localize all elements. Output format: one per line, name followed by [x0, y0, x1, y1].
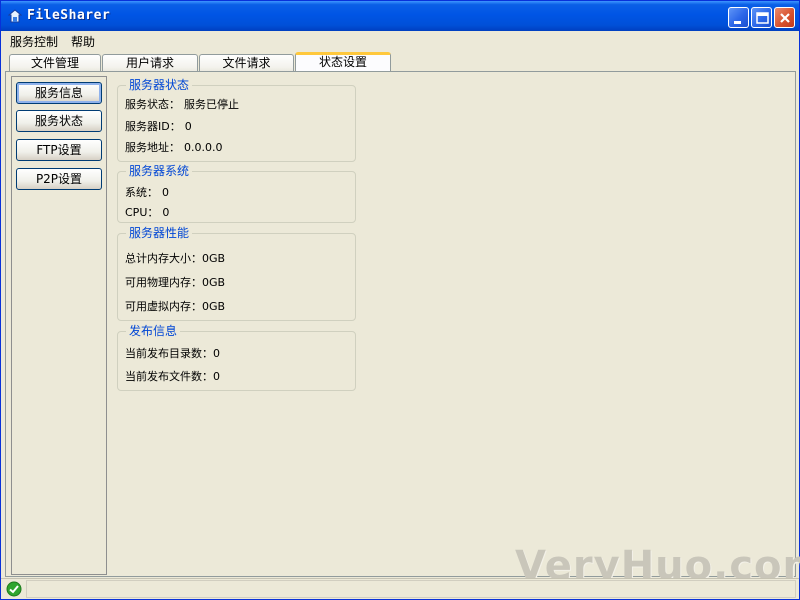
info-row: 可用虚拟内存：0GB — [125, 300, 225, 314]
menu-bar: 服务控制 帮助 — [1, 31, 799, 51]
info-row: 可用物理内存：0GB — [125, 276, 225, 290]
row-label: 系统： — [125, 186, 158, 199]
published-dirs-value: 0 — [213, 347, 220, 360]
maximize-button[interactable] — [751, 7, 772, 28]
close-icon — [780, 13, 790, 23]
check-icon — [6, 581, 22, 597]
tab-status-settings[interactable]: 状态设置 — [295, 52, 391, 72]
ftp-settings-button[interactable]: FTP设置 — [16, 139, 102, 161]
row-label: 服务状态： — [125, 98, 180, 111]
total-memory-value: 0GB — [202, 252, 226, 265]
published-files-value: 0 — [213, 370, 220, 383]
app-window: FileSharer 服务控制 帮助 文件管理 用户请求 文件请求 状态设置 服… — [0, 0, 800, 600]
physical-memory-value: 0GB — [202, 276, 226, 289]
info-row: CPU： 0 — [125, 206, 169, 220]
sidebar: 服务信息 服务状态 FTP设置 P2P设置 — [11, 76, 107, 575]
group-title: 服务器性能 — [126, 226, 193, 240]
service-status-button[interactable]: 服务状态 — [16, 110, 102, 132]
cpu-value: 0 — [162, 206, 170, 219]
server-address-value: 0.0.0.0 — [184, 141, 223, 154]
tab-panel: 服务信息 服务状态 FTP设置 P2P设置 服务器状态 服务状态： 服务已停止 服… — [5, 71, 796, 577]
maximize-icon — [756, 12, 769, 24]
row-label: 当前发布目录数： — [125, 347, 213, 360]
menu-service-control[interactable]: 服务控制 — [10, 33, 58, 50]
server-performance-group: 服务器性能 总计内存大小：0GB 可用物理内存：0GB 可用虚拟内存：0GB — [117, 226, 356, 321]
minimize-button[interactable] — [728, 7, 749, 28]
row-label: CPU： — [125, 206, 159, 219]
virtual-memory-value: 0GB — [202, 300, 226, 313]
status-pane — [26, 580, 796, 598]
row-label: 总计内存大小： — [125, 252, 202, 265]
server-id-value: 0 — [184, 120, 192, 133]
window-title: FileSharer — [27, 8, 111, 23]
info-row: 服务器ID： 0 — [125, 120, 192, 134]
tab-file-requests[interactable]: 文件请求 — [199, 54, 294, 72]
group-title: 发布信息 — [126, 324, 181, 338]
info-row: 服务状态： 服务已停止 — [125, 98, 239, 112]
info-row: 服务地址： 0.0.0.0 — [125, 141, 222, 155]
info-row: 当前发布目录数：0 — [125, 347, 220, 361]
row-label: 当前发布文件数： — [125, 370, 213, 383]
tab-strip: 文件管理 用户请求 文件请求 状态设置 — [1, 52, 799, 72]
info-row: 当前发布文件数：0 — [125, 370, 220, 384]
row-label: 服务器ID： — [125, 120, 181, 133]
server-status-group: 服务器状态 服务状态： 服务已停止 服务器ID： 0 服务地址： 0.0.0.0 — [117, 78, 356, 162]
row-label: 可用物理内存： — [125, 276, 202, 289]
minimize-icon — [734, 21, 741, 24]
tab-file-management[interactable]: 文件管理 — [9, 54, 101, 72]
menu-help[interactable]: 帮助 — [71, 33, 95, 50]
system-value: 0 — [162, 186, 169, 199]
service-info-button[interactable]: 服务信息 — [16, 82, 102, 104]
filesharer-icon — [7, 9, 23, 23]
service-state-value: 服务已停止 — [184, 98, 239, 111]
group-title: 服务器状态 — [126, 78, 193, 92]
tab-user-requests[interactable]: 用户请求 — [102, 54, 198, 72]
info-row: 系统： 0 — [125, 186, 169, 200]
row-label: 可用虚拟内存： — [125, 300, 202, 313]
info-row: 总计内存大小：0GB — [125, 252, 225, 266]
group-title: 服务器系统 — [126, 164, 193, 178]
server-system-group: 服务器系统 系统： 0 CPU： 0 — [117, 164, 356, 223]
close-button[interactable] — [774, 7, 795, 28]
status-bar — [1, 578, 799, 599]
title-bar[interactable]: FileSharer — [1, 1, 799, 31]
row-label: 服务地址： — [125, 141, 180, 154]
publish-info-group: 发布信息 当前发布目录数：0 当前发布文件数：0 — [117, 324, 356, 391]
p2p-settings-button[interactable]: P2P设置 — [16, 168, 102, 190]
